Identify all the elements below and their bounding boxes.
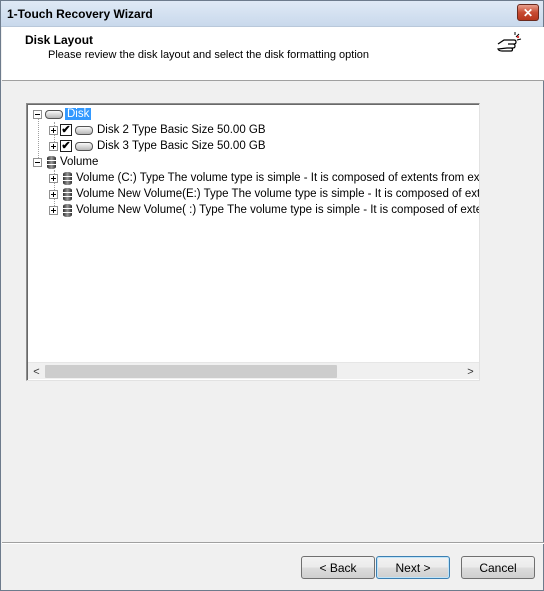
hand-pointer-icon (497, 32, 522, 52)
close-button[interactable]: ✕ (517, 4, 539, 21)
cancel-button[interactable]: Cancel (461, 556, 535, 579)
next-button[interactable]: Next > (376, 556, 450, 579)
tree-node-label[interactable]: Disk 2 Type Basic Size 50.00 GB (97, 124, 266, 136)
wizard-window: 1-Touch Recovery Wizard ✕ Disk Layout Pl… (0, 0, 544, 591)
tree-node-volume-blank[interactable]: Volume New Volume( :) Type The volume ty… (49, 202, 479, 218)
database-icon (63, 187, 72, 201)
tree-node-label[interactable]: Volume (60, 156, 98, 168)
tree-node-label[interactable]: Disk 3 Type Basic Size 50.00 GB (97, 140, 266, 152)
tree-node-label[interactable]: Volume (C:) Type The volume type is simp… (76, 172, 479, 184)
tree-node-label[interactable]: Disk (65, 108, 92, 120)
expand-icon[interactable] (49, 189, 58, 199)
close-icon: ✕ (522, 5, 534, 20)
page-subtitle: Please review the disk layout and select… (48, 49, 370, 61)
tree-node-disk[interactable]: Disk (33, 106, 92, 122)
disk-icon (75, 125, 93, 135)
footer-divider (2, 542, 544, 544)
horizontal-scrollbar[interactable]: < > (28, 362, 479, 379)
database-icon (63, 171, 72, 185)
wizard-header: Disk Layout Please review the disk layou… (2, 27, 544, 81)
disk-2-checkbox[interactable]: ✔ (60, 124, 72, 136)
expand-icon[interactable] (49, 173, 58, 183)
window-title: 1-Touch Recovery Wizard (7, 7, 153, 21)
scroll-left-icon[interactable]: < (28, 363, 45, 380)
tree-node-label[interactable]: Volume New Volume(E:) Type The volume ty… (76, 188, 479, 200)
tree-node-label[interactable]: Volume New Volume( :) Type The volume ty… (76, 204, 479, 216)
database-icon (47, 155, 56, 169)
tree-node-volume[interactable]: Volume (33, 154, 98, 170)
disk-3-checkbox[interactable]: ✔ (60, 140, 72, 152)
disk-layout-tree[interactable]: Disk ✔ Disk 2 Type Basic Size 50.00 GB ✔… (26, 103, 480, 381)
collapse-icon[interactable] (33, 157, 42, 167)
scroll-thumb[interactable] (45, 365, 337, 378)
disk-icon (45, 109, 63, 119)
back-button[interactable]: < Back (301, 556, 375, 579)
expand-icon[interactable] (49, 205, 58, 215)
tree-node-disk-2[interactable]: ✔ Disk 2 Type Basic Size 50.00 GB (49, 122, 266, 138)
expand-icon[interactable] (49, 141, 58, 151)
database-icon (63, 203, 72, 217)
collapse-icon[interactable] (33, 109, 42, 119)
disk-icon (75, 141, 93, 151)
scroll-right-icon[interactable]: > (462, 363, 479, 380)
tree-node-volume-e[interactable]: Volume New Volume(E:) Type The volume ty… (49, 186, 479, 202)
tree-node-volume-c[interactable]: Volume (C:) Type The volume type is simp… (49, 170, 479, 186)
expand-icon[interactable] (49, 125, 58, 135)
title-bar[interactable]: 1-Touch Recovery Wizard ✕ (1, 1, 543, 27)
page-title: Disk Layout (25, 33, 94, 47)
tree-node-disk-3[interactable]: ✔ Disk 3 Type Basic Size 50.00 GB (49, 138, 266, 154)
